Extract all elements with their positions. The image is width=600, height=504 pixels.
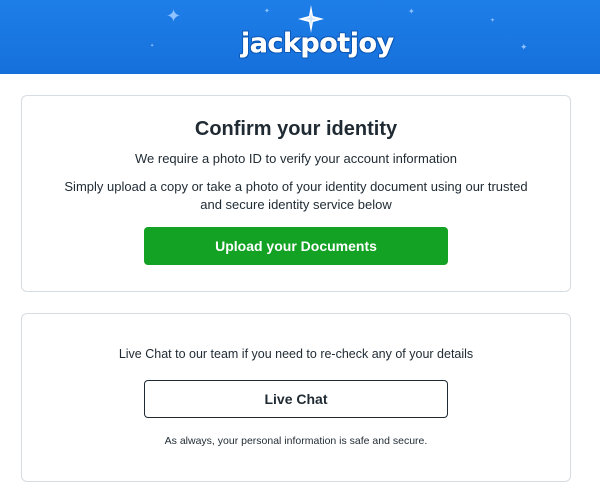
identity-card: Confirm your identity We require a photo… xyxy=(21,95,571,292)
live-chat-prompt: Live Chat to our team if you need to re-… xyxy=(118,347,474,361)
upload-documents-button[interactable]: Upload your Documents xyxy=(144,227,448,265)
site-header: ✦ ✦ ✦ ✦ ✦ ✦ jackpotjoy xyxy=(0,0,600,74)
page-title: Confirm your identity xyxy=(194,118,398,140)
sparkle-icon: ✦ xyxy=(490,17,496,24)
live-chat-button[interactable]: Live Chat xyxy=(144,380,448,418)
sparkle-icon: ✦ xyxy=(264,7,270,15)
sparkle-icon: ✦ xyxy=(408,7,415,16)
brand-logo[interactable]: jackpotjoy xyxy=(241,28,394,59)
identity-description: Simply upload a copy or take a photo of … xyxy=(64,179,528,212)
identity-subtitle: We require a photo ID to verify your acc… xyxy=(134,151,458,166)
safety-note: As always, your personal information is … xyxy=(164,435,428,447)
live-chat-card: Live Chat to our team if you need to re-… xyxy=(21,313,571,482)
sparkle-icon: ✦ xyxy=(520,43,528,53)
sparkle-icon: ✦ xyxy=(150,43,155,49)
sparkle-icon: ✦ xyxy=(166,6,182,27)
